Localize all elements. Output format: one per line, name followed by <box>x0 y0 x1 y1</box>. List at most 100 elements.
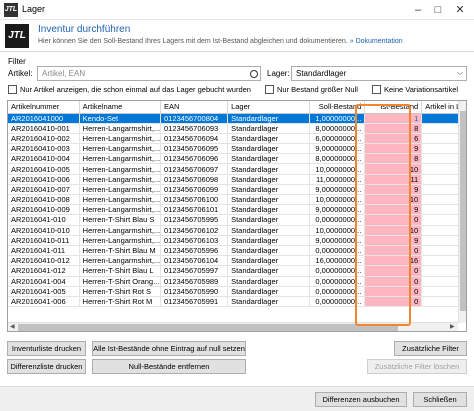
maximize-icon[interactable]: □ <box>430 2 446 18</box>
ist-bestand-cell[interactable]: 0 <box>364 245 423 257</box>
table-row[interactable]: AR20160410-012 Herren-Langarmshirt,... 012… <box>8 255 466 267</box>
column-header[interactable]: Artikelname <box>79 101 161 114</box>
column-header[interactable]: Soll-Bestand <box>309 101 366 114</box>
table-row[interactable]: AR2016041000 Kendo-Set 0123456700804 Standa… <box>8 113 466 124</box>
table-row[interactable]: AR20160410-003 Herren-Langarmshirt,... 012… <box>8 143 466 155</box>
grid-header-row: Artikelnummer Artikelname EAN Lager Soll-Bes… <box>8 101 466 114</box>
table-cell: 16,0000000... <box>309 255 366 267</box>
schliessen-button[interactable]: Schließen <box>413 392 467 407</box>
table-cell: 9,00000000... <box>309 143 366 155</box>
table-row[interactable]: AR20160410-009 Herren-Langarmshirt,... 012… <box>8 204 466 216</box>
table-row[interactable]: AR2016041-005 Herren-T-Shirt Rot S 0123456… <box>8 286 466 297</box>
scroll-thumb-h[interactable] <box>18 324 398 331</box>
table-cell: Herren-Langarmshirt,... <box>79 123 161 134</box>
ist-bestand-cell[interactable]: 9 <box>364 143 423 155</box>
table-cell: 1,00000000... <box>309 113 366 124</box>
check-bestand-box[interactable] <box>265 85 274 94</box>
table-row[interactable]: AR2016041-010 Herren-T-Shirt Blau S 012345… <box>8 214 466 226</box>
column-header[interactable]: Lager <box>227 101 311 114</box>
table-cell: 0123456700804 <box>160 113 229 124</box>
table-cell: AR2016041-011 <box>8 245 80 257</box>
table-row[interactable]: AR20160410-005 Herren-Langarmshirt,... 012… <box>8 163 466 175</box>
table-row[interactable]: AR20160410-002 Herren-Langarmshirt,... 012… <box>8 133 466 145</box>
ist-bestand-cell[interactable]: 6 <box>364 133 423 145</box>
column-header[interactable]: Artikelnummer <box>8 101 80 114</box>
table-cell: 0,00000000... <box>309 214 366 226</box>
check-gebucht-row[interactable]: Nur Artikel anzeigen, die schon einmal a… <box>8 85 251 94</box>
check-variation-row[interactable]: Keine Variationsartikel <box>372 85 458 94</box>
table-cell: 0123456706095 <box>160 143 229 155</box>
ist-bestand-cell[interactable]: 1 <box>364 113 423 124</box>
table-row[interactable]: AR20160410-010 Herren-Langarmshirt,... 012… <box>8 225 466 236</box>
ist-bestand-cell[interactable]: 16 <box>364 255 423 267</box>
ist-bestand-cell[interactable]: 8 <box>364 153 423 165</box>
title-bar: JTL Lager – □ ✕ <box>0 0 474 20</box>
check-variation-label: Keine Variationsartikel <box>384 85 459 94</box>
table-cell: 0,00000000... <box>309 265 366 277</box>
differenzen-ausbuchen-button[interactable]: Differenzen ausbuchen <box>315 392 407 407</box>
table-cell: Herren-Langarmshirt,... <box>79 235 161 246</box>
ist-bestand-cell[interactable]: 9 <box>364 235 423 246</box>
ist-bestand-cell[interactable]: 11 <box>364 174 423 185</box>
differenzliste-drucken-button[interactable]: Differenzliste drucken <box>7 359 86 374</box>
ist-bestand-cell[interactable]: 0 <box>364 276 423 287</box>
table-cell: 0123456706096 <box>160 153 229 165</box>
check-gebucht-box[interactable] <box>8 85 17 94</box>
minimize-icon[interactable]: – <box>410 2 426 18</box>
table-cell: AR2016041-004 <box>8 276 80 287</box>
lager-select[interactable]: Standardlager ⌵ <box>291 66 467 81</box>
table-cell: Standardlager <box>227 245 311 257</box>
table-cell: 0123456706103 <box>160 235 229 246</box>
search-icon[interactable] <box>250 70 258 78</box>
table-row[interactable]: AR2016041-004 Herren-T-Shirt Orang... 0123… <box>8 276 466 287</box>
table-row[interactable]: AR2016041-011 Herren-T-Shirt Blau M 012345… <box>8 245 466 257</box>
scroll-thumb[interactable] <box>460 111 466 311</box>
table-row[interactable]: AR20160410-007 Herren-Langarmshirt,... 012… <box>8 184 466 196</box>
ist-bestand-cell[interactable]: 10 <box>364 194 423 206</box>
check-variation-box[interactable] <box>372 85 381 94</box>
ist-bestand-cell[interactable]: 0 <box>364 214 423 226</box>
ist-bestand-cell[interactable]: 9 <box>364 184 423 196</box>
close-icon[interactable]: ✕ <box>452 2 468 18</box>
table-row[interactable]: AR20160410-004 Herren-Langarmshirt,... 012… <box>8 153 466 165</box>
scroll-right-icon[interactable]: ▶ <box>450 323 455 330</box>
table-row[interactable]: AR20160410-008 Herren-Langarmshirt,... 012… <box>8 194 466 206</box>
horizontal-scrollbar[interactable]: ◀ ▶ <box>8 322 458 331</box>
zusaetzliche-filter-button[interactable]: Zusätzliche Filter <box>394 341 467 356</box>
table-row[interactable]: AR20160410-006 Herren-Langarmshirt,... 012… <box>8 174 466 185</box>
nullbestaende-entfernen-button[interactable]: Null-Bestände entfernen <box>92 359 246 374</box>
alle-ist-null-button[interactable]: Alle Ist-Bestände ohne Eintrag auf null … <box>92 341 246 356</box>
table-cell: AR2016041-012 <box>8 265 80 277</box>
table-row[interactable]: AR20160410-001 Herren-Langarmshirt,... 012… <box>8 123 466 134</box>
ist-bestand-cell[interactable]: 9 <box>364 204 423 216</box>
table-cell: Standardlager <box>227 174 311 185</box>
table-cell: Standardlager <box>227 225 311 236</box>
column-header[interactable]: Ist-Bestand <box>364 101 423 114</box>
ist-bestand-cell[interactable]: 10 <box>364 163 423 175</box>
subtitle-text: Hier können Sie den Soll-Bestand Ihres L… <box>38 38 348 45</box>
ist-bestand-cell[interactable]: 0 <box>364 265 423 277</box>
ist-bestand-cell[interactable]: 0 <box>364 296 423 308</box>
table-row[interactable]: AR2016041-012 Herren-T-Shirt Blau L 012345… <box>8 265 466 277</box>
column-header[interactable]: EAN <box>160 101 229 114</box>
scroll-left-icon[interactable]: ◀ <box>10 323 15 330</box>
table-cell: 0123456706094 <box>160 133 229 145</box>
check-bestand-row[interactable]: Nur Bestand größer Null <box>265 85 358 94</box>
ist-bestand-cell[interactable]: 10 <box>364 225 423 236</box>
table-row[interactable]: AR20160410-011 Herren-Langarmshirt,... 012… <box>8 235 466 246</box>
vertical-scrollbar[interactable] <box>458 101 466 323</box>
filter-section-label: Filter <box>8 57 26 66</box>
inventur-grid[interactable]: Artikelnummer Artikelname EAN Lager Soll-Bes… <box>7 100 467 332</box>
documentation-link[interactable]: Dokumentation <box>356 38 403 45</box>
table-cell: Standardlager <box>227 255 311 267</box>
ist-bestand-cell[interactable]: 8 <box>364 123 423 134</box>
window-title: Lager <box>22 4 46 14</box>
table-cell: AR20160410-004 <box>8 153 80 165</box>
filter-loeschen-button[interactable]: Zusätzliche Filter löschen <box>367 359 467 374</box>
inventurliste-drucken-button[interactable]: Inventurliste drucken <box>7 341 86 356</box>
ist-bestand-cell[interactable]: 0 <box>364 286 423 297</box>
artikel-search-input[interactable]: Artikel, EAN <box>37 66 261 81</box>
table-cell: 10,0000000... <box>309 194 366 206</box>
table-row[interactable]: AR2016041-006 Herren-T-Shirt Rot M 0123456… <box>8 296 466 308</box>
table-cell: 9,00000000... <box>309 235 366 246</box>
